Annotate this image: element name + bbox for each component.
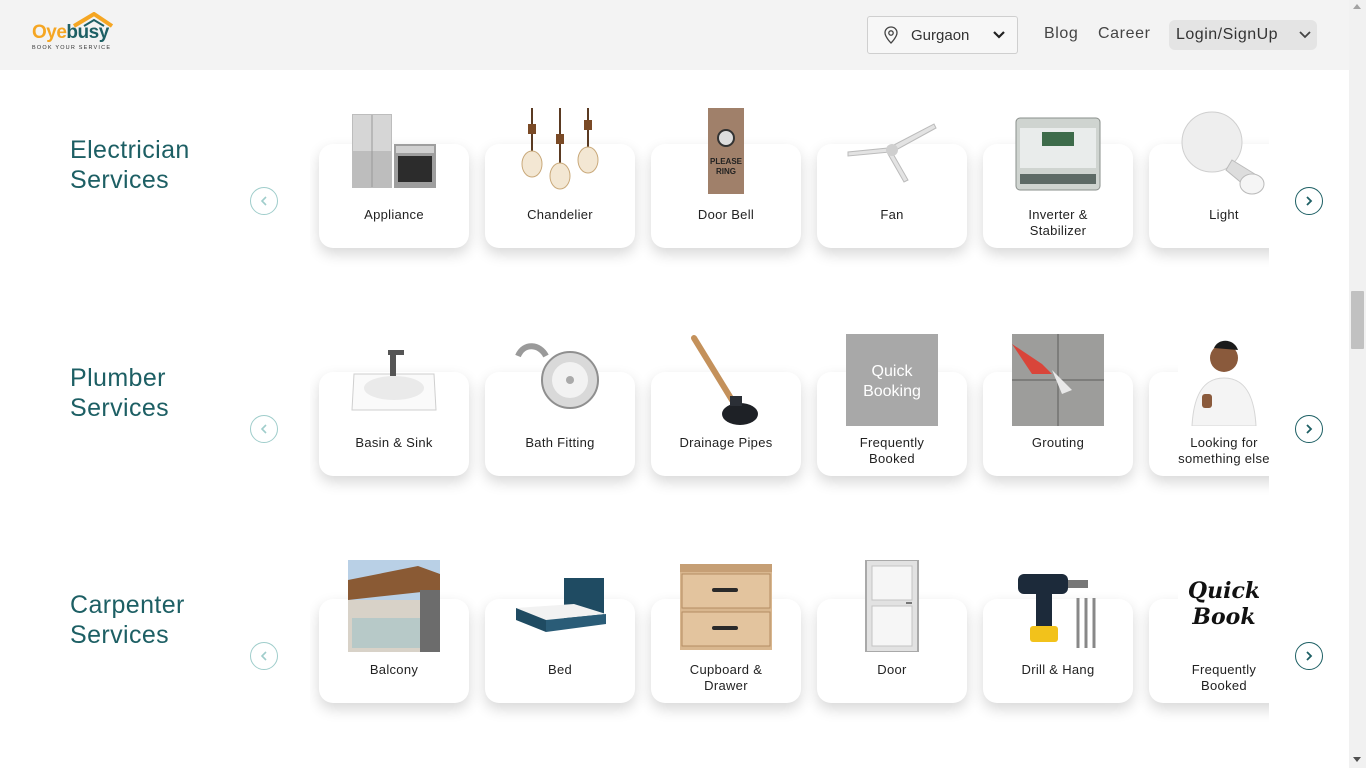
carousel-prev-button[interactable] [250,415,278,443]
svg-text:PLEASE: PLEASE [710,157,743,166]
login-signup-label: Login/SignUp [1176,26,1279,43]
svg-text:Booking: Booking [863,383,921,400]
service-label: Fan [880,207,904,222]
door-bell-icon: PLEASE RING [708,108,744,194]
chevron-down-icon [1299,31,1311,39]
carousel-prev-button[interactable] [250,642,278,670]
service-label: Balcony [369,662,419,677]
logo[interactable]: Oyebusy BOOK YOUR SERVICE [30,12,120,54]
door-icon [865,560,919,652]
location-selector[interactable]: Gurgaon [867,16,1018,54]
shower-head-icon [515,343,599,409]
service-label: Cupboard & Drawer [689,662,763,693]
basin-sink-icon [351,350,437,411]
svg-text:Quick: Quick [872,363,914,380]
service-label: Drainage Pipes [679,435,773,450]
chandelier-icon [521,108,599,190]
grouting-icon [1012,334,1104,426]
service-label: Inverter & Stabilizer [1028,207,1088,238]
section-title: Plumber Services [70,364,170,422]
service-label: Chandelier [527,207,593,222]
service-label: Grouting [1031,435,1085,450]
scrollbar-thumb[interactable] [1351,291,1364,349]
location-pin-icon [884,26,898,44]
ceiling-fan-icon [847,123,937,183]
section-title: Electrician Services [70,136,190,194]
service-label: Frequently Booked [859,435,925,466]
chevron-right-icon [1306,424,1313,434]
chevron-right-icon [1306,196,1313,206]
service-label: Drill & Hang [1021,662,1095,677]
svg-text:Book: Book [1191,604,1255,630]
service-label: Door Bell [697,207,755,222]
service-label: Bed [547,662,573,677]
service-carousel: Basin & Sink Bath Fitting Drainage Pipes [310,328,1269,528]
service-label: Door [877,662,907,677]
carpenter-section: Carpenter Services Balcony Bed Cupboard … [0,555,1349,755]
chevron-left-icon [260,424,267,434]
header: Oyebusy BOOK YOUR SERVICE Gurgaon Blog C… [0,0,1349,70]
plunger-icon [691,335,758,425]
service-label: Looking for something else [1178,435,1269,466]
chevron-down-icon [993,31,1005,39]
nav-career-link[interactable]: Career [1098,25,1151,43]
quick-booking-icon: Quick Booking [846,334,938,426]
electrician-section: Electrician Services Appliance Chandelie… [0,100,1349,300]
plumber-section: Plumber Services Basin & Sink Bath Fitti… [0,328,1349,528]
person-thumbs-up-icon [1178,334,1269,426]
drawer-icon [680,564,772,650]
fridge-oven-icon [352,114,436,188]
service-label: Basin & Sink [355,435,433,450]
nav-blog-link[interactable]: Blog [1044,25,1078,43]
login-signup-button[interactable]: Login/SignUp [1169,20,1317,50]
quick-book-icon: Quick Book [1178,560,1269,652]
svg-text:RING: RING [716,167,736,176]
vertical-scrollbar[interactable] [1349,0,1366,768]
scroll-up-arrow-icon[interactable] [1353,4,1361,9]
service-carousel: Balcony Bed Cupboard & Drawer Door Drill… [310,555,1269,755]
service-label: Bath Fitting [525,435,595,450]
drill-icon [1018,574,1096,648]
carousel-next-button[interactable] [1295,187,1323,215]
location-label: Gurgaon [911,27,970,44]
light-bulb-icon [1181,111,1265,195]
logo-wordmark: Oyebusy [32,22,109,43]
carousel-next-button[interactable] [1295,642,1323,670]
carousel-prev-button[interactable] [250,187,278,215]
service-carousel: Appliance Chandelier PLEASE RING Door Be… [310,100,1269,300]
page: Oyebusy BOOK YOUR SERVICE Gurgaon Blog C… [0,0,1366,768]
bed-icon [516,578,606,632]
service-label: Appliance [364,207,424,222]
chevron-left-icon [260,196,267,206]
chevron-left-icon [260,651,267,661]
carousel-next-button[interactable] [1295,415,1323,443]
stabilizer-icon [1015,117,1101,191]
logo-tagline: BOOK YOUR SERVICE [32,45,112,51]
scroll-down-arrow-icon[interactable] [1353,757,1361,762]
service-label: Light [1209,207,1239,222]
balcony-icon [348,560,440,652]
section-title: Carpenter Services [70,591,185,649]
service-label: Frequently Booked [1191,662,1257,693]
chevron-right-icon [1306,651,1313,661]
svg-text:Quick: Quick [1188,578,1260,604]
